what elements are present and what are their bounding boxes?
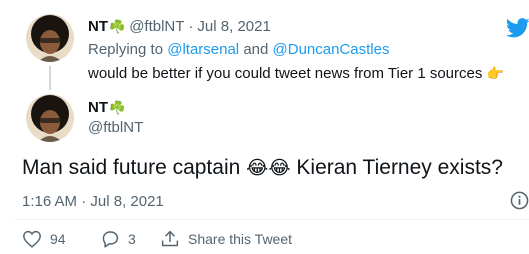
divider (14, 219, 529, 220)
avatar[interactable] (26, 14, 74, 62)
separator: · (188, 18, 194, 35)
share-label: Share this Tweet (188, 231, 293, 247)
mention-link[interactable]: @ltarsenal (167, 41, 239, 58)
display-name[interactable]: NT (88, 18, 108, 35)
replying-to-and: and (243, 41, 269, 58)
like-button[interactable]: 94 (22, 230, 66, 248)
pointing-hand-icon: 👉 (486, 65, 504, 81)
tweet-date[interactable]: Jul 8, 2021 (197, 18, 270, 35)
like-count: 94 (50, 231, 66, 247)
avatar-image (26, 14, 74, 62)
replying-to-prefix: Replying to (88, 41, 164, 58)
mention-link[interactable]: @DuncanCastles (273, 41, 390, 58)
display-name[interactable]: NT (88, 99, 108, 116)
reply-tweet-text: would be better if you could tweet news … (88, 65, 504, 82)
twitter-bird-icon[interactable] (505, 18, 529, 43)
reply-text: would be better if you could tweet news … (88, 65, 483, 82)
share-button[interactable]: Share this Tweet (160, 230, 292, 248)
thread-connector-line (49, 66, 51, 90)
main-tweet-author: NT ☘️ (88, 99, 125, 116)
info-icon[interactable] (510, 191, 529, 215)
shamrock-icon: ☘️ (109, 18, 126, 34)
reply-tweet-header: NT ☘️ @ftblNT · Jul 8, 2021 (88, 18, 271, 35)
reply-count: 3 (128, 231, 136, 247)
tweet-text-before: Man said future captain (22, 156, 241, 179)
handle[interactable]: @ftblNT (88, 119, 143, 136)
tweet-timestamp[interactable]: 1:16 AM · Jul 8, 2021 (22, 193, 164, 210)
replying-to-line: Replying to @ltarsenal and @DuncanCastle… (88, 41, 389, 58)
main-tweet-text: Man said future captain 😂😂 Kieran Tierne… (22, 156, 503, 180)
heart-icon (23, 230, 41, 248)
avatar[interactable] (26, 94, 74, 142)
share-icon (161, 230, 179, 247)
reply-bubble-icon (102, 231, 119, 248)
tweet-text-after: Kieran Tierney exists? (296, 156, 503, 179)
avatar-image (26, 94, 74, 142)
handle[interactable]: @ftblNT (129, 18, 184, 35)
laughing-emoji-icon: 😂😂 (246, 158, 291, 179)
shamrock-icon: ☘️ (109, 99, 126, 115)
reply-button[interactable]: 3 (100, 230, 136, 248)
